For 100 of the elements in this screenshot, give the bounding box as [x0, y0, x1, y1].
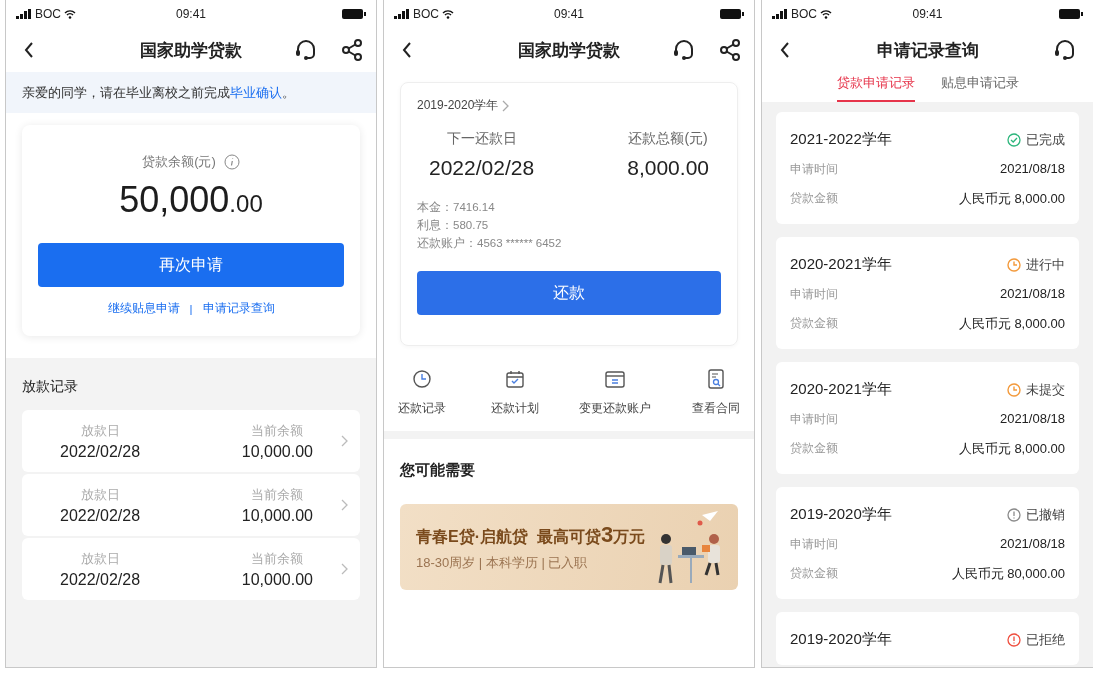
section-title: 放款记录 [22, 378, 79, 396]
chevron-right-icon [341, 435, 348, 447]
apply-again-button[interactable]: 再次申请 [38, 243, 344, 287]
application-record-card[interactable]: 2020-2021学年 未提交 申请时间 2021/08/18 贷款金额 人民币元 8,000.00 [776, 362, 1079, 474]
field-label: 申请时间 [790, 161, 838, 178]
action-button[interactable]: 还款记录 [394, 368, 450, 417]
section-title: 您可能需要 [400, 461, 476, 480]
screen-title: 国家助学贷款 [140, 39, 242, 62]
field-value: 2021/08/18 [999, 536, 1065, 553]
field-value: 2021/08/18 [999, 411, 1065, 428]
total-label: 还款总额(元) [628, 130, 708, 148]
date-label: 放款日 [80, 485, 120, 504]
back-icon[interactable] [24, 41, 34, 59]
field-label: 申请时间 [790, 536, 838, 553]
chevron-right-icon [341, 563, 348, 575]
promo-banner[interactable]: 青春E贷·启航贷 最高可贷3万元 18-30周岁 | 本科学历 | 已入职 [400, 504, 738, 590]
status-label: 已拒绝 [1026, 630, 1065, 649]
balance-label: 当前余额 [251, 421, 304, 440]
headset-icon[interactable] [672, 38, 696, 62]
banner-title: 青春E贷·启航贷 最高可贷3万元 [416, 522, 646, 548]
academic-year[interactable]: 2019-2020学年 [417, 97, 499, 114]
chevron-right-icon [502, 99, 510, 112]
application-record-card[interactable]: 2021-2022学年 已完成 申请时间 2021/08/18 贷款金额 人民币元 8,000.00 [776, 112, 1079, 224]
calendar-icon [503, 368, 526, 390]
wifi-icon [64, 9, 76, 19]
current-balance: 10,000.00 [241, 506, 313, 525]
info-icon[interactable] [223, 154, 240, 170]
disbursement-row[interactable]: 放款日 2022/02/28 当前余额 10,000.00 [22, 538, 360, 600]
date-label: 放款日 [80, 421, 120, 440]
back-icon[interactable] [402, 41, 412, 59]
banner-subtitle: 18-30周岁 | 本科学历 | 已入职 [416, 554, 589, 572]
field-label: 贷款金额 [790, 190, 838, 207]
disbursement-row[interactable]: 放款日 2022/02/28 当前余额 10,000.00 [22, 410, 360, 472]
record-tab[interactable]: 贴息申请记录 [940, 72, 1019, 102]
field-value: 人民币元 8,000.00 [958, 190, 1065, 208]
status-label: 已完成 [1026, 130, 1065, 149]
chevron-right-icon [341, 499, 348, 511]
academic-year: 2020-2021学年 [790, 255, 892, 274]
application-record-card[interactable]: 2019-2020学年 已撤销 申请时间 2021/08/18 贷款金额 人民币元 80,000.00 [776, 487, 1079, 599]
application-record-card[interactable]: 2019-2020学年 已拒绝 [776, 612, 1079, 665]
share-icon[interactable] [340, 38, 364, 62]
date-label: 放款日 [80, 549, 120, 568]
detail-text: 本金：7416.14 [417, 200, 496, 215]
action-button[interactable]: 还款计划 [486, 368, 543, 417]
field-value: 2021/08/18 [999, 161, 1065, 178]
next-repayment-date: 2022/02/28 [429, 156, 535, 180]
disbursement-date: 2022/02/28 [60, 442, 141, 461]
disbursement-date: 2022/02/28 [60, 506, 141, 525]
field-label: 申请时间 [790, 411, 838, 428]
field-value: 人民币元 8,000.00 [958, 315, 1065, 333]
field-value: 人民币元 80,000.00 [951, 565, 1065, 583]
balance-label: 当前余额 [251, 485, 304, 504]
academic-year: 2019-2020学年 [790, 630, 892, 649]
headset-icon[interactable] [1053, 38, 1077, 62]
field-label: 申请时间 [790, 286, 838, 303]
disbursement-date: 2022/02/28 [60, 570, 141, 589]
status-time: 09:41 [554, 7, 584, 21]
back-icon[interactable] [780, 41, 790, 59]
application-record-card[interactable]: 2020-2021学年 进行中 申请时间 2021/08/18 贷款金额 人民币元 8,000.00 [776, 237, 1079, 349]
action-button[interactable]: 查看合同 [687, 368, 744, 417]
next-date-label: 下一还款日 [446, 130, 517, 148]
repayment-total: 8,000.00 [627, 156, 709, 180]
field-label: 贷款金额 [790, 315, 838, 332]
field-label: 贷款金额 [790, 440, 838, 457]
battery-icon [342, 9, 366, 19]
current-balance: 10,000.00 [241, 442, 313, 461]
repay-button[interactable]: 还款 [417, 271, 721, 315]
field-label: 贷款金额 [790, 565, 838, 582]
share-icon[interactable] [718, 38, 742, 62]
battery-icon [720, 9, 744, 19]
headset-icon[interactable] [294, 38, 318, 62]
signal-icon [394, 9, 410, 19]
current-balance: 10,000.00 [241, 570, 313, 589]
carrier-name: BOC [791, 7, 817, 21]
carrier-name: BOC [35, 7, 61, 21]
screen-title: 申请记录查询 [876, 39, 979, 62]
wifi-icon [820, 9, 832, 19]
records-link[interactable]: 申请记录查询 [202, 301, 275, 316]
field-value: 人民币元 8,000.00 [958, 440, 1065, 458]
signal-icon [16, 9, 32, 19]
link-separator: | [189, 302, 193, 315]
graduation-confirm-link[interactable]: 毕业确认 [230, 84, 282, 100]
status-label: 未提交 [1026, 380, 1065, 399]
subsidy-apply-link[interactable]: 继续贴息申请 [107, 301, 180, 316]
action-button[interactable]: 变更还款账户 [579, 368, 652, 417]
status-time: 09:41 [176, 7, 206, 21]
screen-title: 国家助学贷款 [518, 39, 620, 62]
detail-text: 还款账户：4563 ****** 6452 [417, 236, 563, 251]
status-label: 已撤销 [1026, 505, 1065, 524]
disbursement-row[interactable]: 放款日 2022/02/28 当前余额 10,000.00 [22, 474, 360, 536]
balance-amount: 50,000.00 [119, 179, 263, 221]
notice-text: 亲爱的同学，请在毕业离校之前完成毕业确认。 [22, 83, 295, 102]
balance-label: 贷款余额(元) [142, 153, 216, 171]
academic-year: 2021-2022学年 [790, 130, 892, 149]
battery-icon [1059, 9, 1083, 19]
card-icon [604, 368, 627, 390]
balance-label: 当前余额 [251, 549, 304, 568]
status-label: 进行中 [1026, 255, 1065, 274]
carrier-name: BOC [413, 7, 439, 21]
signal-icon [772, 9, 788, 19]
